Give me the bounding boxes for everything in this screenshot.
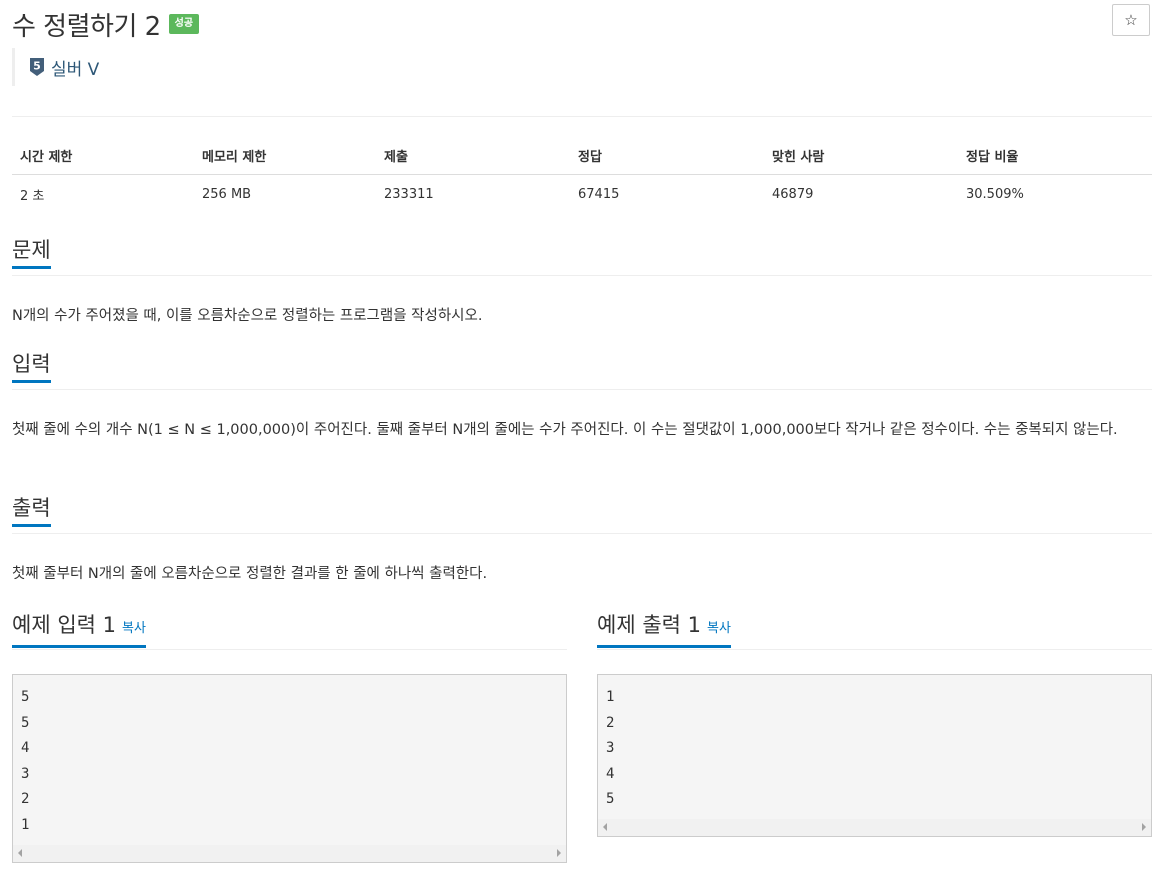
sample-output-line: 3 (606, 740, 615, 757)
scroll-left-icon[interactable] (18, 849, 22, 857)
sample-input-header: 예제 입력 1 복사 (12, 612, 567, 650)
value-accepted[interactable]: 67415 (570, 175, 764, 215)
scroll-left-icon[interactable] (603, 823, 607, 831)
value-memory-limit: 256 MB (202, 187, 252, 202)
sample-output-line: 2 (606, 714, 615, 731)
header-time-limit: 시간 제한 (12, 136, 194, 175)
sample-input-line: 5 (21, 714, 30, 731)
problem-section-header: 문제 (12, 238, 1152, 276)
problem-stats-table: 시간 제한 메모리 제한 제출 정답 맞힌 사람 정답 비율 2 초 256 M… (12, 136, 1152, 214)
header-submissions: 제출 (376, 136, 570, 175)
sample-input-line: 1 (21, 816, 30, 833)
stats-value-row: 2 초 256 MB 233311 67415 46879 30.509% (12, 175, 1152, 215)
header-memory-limit: 메모리 제한 (194, 136, 376, 175)
header-accept-ratio: 정답 비율 (958, 136, 1152, 175)
sample-output-line: 1 (606, 689, 615, 705)
sample-output-line: 4 (606, 765, 615, 782)
sample-input-title: 예제 입력 1 (12, 613, 116, 637)
copy-sample-output-button[interactable]: 복사 (707, 621, 731, 636)
tier-label[interactable]: 실버 V (51, 55, 99, 80)
input-description: 첫째 줄에 수의 개수 N(1 ≤ N ≤ 1,000,000)이 주어진다. … (12, 422, 1118, 438)
sample-output-heading: 예제 출력 1 복사 (597, 612, 731, 648)
silver-tier-icon: 5 (30, 58, 44, 76)
sample-output-box[interactable]: 1 2 3 4 5 (597, 674, 1152, 837)
sample-output-header: 예제 출력 1 복사 (597, 612, 1152, 650)
tier-number: 5 (33, 60, 41, 73)
value-solved-users[interactable]: 46879 (764, 175, 958, 215)
status-badge: 성공 (168, 14, 200, 34)
sample-input-line: 4 (21, 740, 30, 757)
page-title: 수 정렬하기 2 (12, 11, 161, 42)
value-accept-ratio: 30.509% (966, 187, 1024, 202)
sample-input-heading: 예제 입력 1 복사 (12, 612, 146, 648)
tier-info: 5 실버 V (12, 48, 99, 86)
scroll-right-icon[interactable] (1142, 823, 1146, 831)
star-icon: ☆ (1124, 11, 1138, 29)
problem-heading: 문제 (12, 238, 51, 269)
sample-input-content: 5 5 4 3 2 1 (13, 675, 566, 839)
input-section-header: 입력 (12, 352, 1152, 390)
problem-description: N개의 수가 주어졌을 때, 이를 오름차순으로 정렬하는 프로그램을 작성하시… (12, 308, 483, 324)
stats-header-row: 시간 제한 메모리 제한 제출 정답 맞힌 사람 정답 비율 (12, 136, 1152, 175)
output-section-header: 출력 (12, 496, 1152, 534)
sample-input-box[interactable]: 5 5 4 3 2 1 (12, 674, 567, 863)
sample-input-line: 2 (21, 791, 30, 808)
title-row: 수 정렬하기 2 성공 (12, 4, 200, 44)
value-submissions[interactable]: 233311 (376, 175, 570, 215)
horizontal-scrollbar[interactable] (598, 819, 1151, 836)
header-solved-users: 맞힌 사람 (764, 136, 958, 175)
divider (12, 116, 1152, 117)
star-button[interactable]: ☆ (1112, 4, 1150, 36)
sample-input-line: 5 (21, 689, 30, 705)
sample-input-line: 3 (21, 765, 30, 782)
copy-sample-input-button[interactable]: 복사 (122, 621, 146, 636)
scroll-right-icon[interactable] (557, 849, 561, 857)
output-description: 첫째 줄부터 N개의 줄에 오름차순으로 정렬한 결과를 한 줄에 하나씩 출력… (12, 566, 488, 582)
value-time-limit: 2 초 (20, 189, 45, 204)
sample-output-content: 1 2 3 4 5 (598, 675, 1151, 813)
horizontal-scrollbar[interactable] (13, 845, 566, 862)
input-heading: 입력 (12, 352, 51, 383)
sample-output-title: 예제 출력 1 (597, 613, 701, 637)
header-accepted: 정답 (570, 136, 764, 175)
output-heading: 출력 (12, 496, 51, 527)
sample-output-line: 5 (606, 791, 615, 808)
